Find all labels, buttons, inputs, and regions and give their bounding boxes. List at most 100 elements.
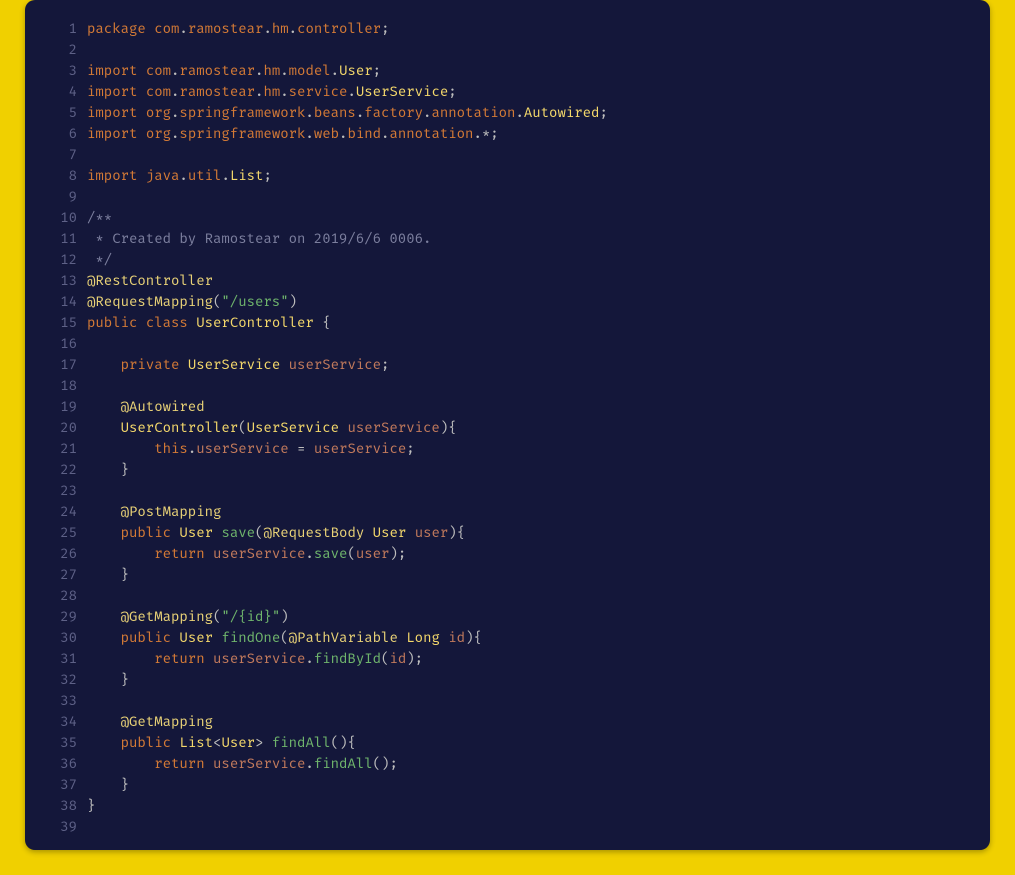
code-token: [87, 671, 121, 688]
code-content[interactable]: return userService.findAll();: [87, 753, 972, 774]
code-content[interactable]: /**: [87, 207, 972, 228]
code-line[interactable]: 26 return userService.save(user);: [43, 543, 972, 564]
code-token: [137, 125, 145, 142]
code-line[interactable]: 12 */: [43, 249, 972, 270]
code-token: return: [154, 545, 204, 562]
code-content[interactable]: return userService.findById(id);: [87, 648, 972, 669]
code-token: }: [87, 797, 95, 814]
code-content[interactable]: @RestController: [87, 270, 972, 291]
code-line[interactable]: 35 public List<User> findAll(){: [43, 732, 972, 753]
code-content[interactable]: return userService.save(user);: [87, 543, 972, 564]
code-line[interactable]: 32 }: [43, 669, 972, 690]
line-number: 25: [43, 522, 87, 543]
code-content[interactable]: }: [87, 774, 972, 795]
code-token: id: [389, 650, 406, 667]
code-line[interactable]: 13@RestController: [43, 270, 972, 291]
code-token: public: [121, 524, 171, 541]
code-line[interactable]: 7: [43, 144, 972, 165]
code-token: .: [221, 167, 229, 184]
code-line[interactable]: 31 return userService.findById(id);: [43, 648, 972, 669]
code-line[interactable]: 15public class UserController {: [43, 312, 972, 333]
code-content[interactable]: public User save(@RequestBody User user)…: [87, 522, 972, 543]
code-token: hm: [263, 83, 280, 100]
code-line[interactable]: 14@RequestMapping("/users"): [43, 291, 972, 312]
code-content[interactable]: @PostMapping: [87, 501, 972, 522]
code-content[interactable]: @RequestMapping("/users"): [87, 291, 972, 312]
line-number: 1: [43, 18, 87, 39]
code-line[interactable]: 37 }: [43, 774, 972, 795]
code-line[interactable]: 19 @Autowired: [43, 396, 972, 417]
code-line[interactable]: 4import com.ramostear.hm.service.UserSer…: [43, 81, 972, 102]
code-line[interactable]: 38}: [43, 795, 972, 816]
code-line[interactable]: 29 @GetMapping("/{id}"): [43, 606, 972, 627]
code-content[interactable]: @GetMapping: [87, 711, 972, 732]
code-line[interactable]: 5import org.springframework.beans.factor…: [43, 102, 972, 123]
line-number: 21: [43, 438, 87, 459]
code-line[interactable]: 21 this.userService = userService;: [43, 438, 972, 459]
code-token: [137, 62, 145, 79]
code-token: import: [87, 83, 137, 100]
code-content[interactable]: * Created by Ramostear on 2019/6/6 0006.: [87, 228, 972, 249]
code-content[interactable]: import com.ramostear.hm.model.User;: [87, 60, 972, 81]
code-line[interactable]: 30 public User findOne(@PathVariable Lon…: [43, 627, 972, 648]
code-content[interactable]: UserController(UserService userService){: [87, 417, 972, 438]
code-token: .: [263, 20, 271, 37]
code-content[interactable]: @GetMapping("/{id}"): [87, 606, 972, 627]
code-line[interactable]: 1package com.ramostear.hm.controller;: [43, 18, 972, 39]
code-line[interactable]: 34 @GetMapping: [43, 711, 972, 732]
code-content[interactable]: }: [87, 669, 972, 690]
code-line[interactable]: 36 return userService.findAll();: [43, 753, 972, 774]
code-content[interactable]: }: [87, 795, 972, 816]
code-content[interactable]: */: [87, 249, 972, 270]
code-token: .: [305, 545, 313, 562]
code-line[interactable]: 6import org.springframework.web.bind.ann…: [43, 123, 972, 144]
code-line[interactable]: 11 * Created by Ramostear on 2019/6/6 00…: [43, 228, 972, 249]
code-line[interactable]: 23: [43, 480, 972, 501]
code-line[interactable]: 2: [43, 39, 972, 60]
code-content[interactable]: }: [87, 564, 972, 585]
code-content[interactable]: import java.util.List;: [87, 165, 972, 186]
code-line[interactable]: 24 @PostMapping: [43, 501, 972, 522]
code-content[interactable]: @Autowired: [87, 396, 972, 417]
line-number: 17: [43, 354, 87, 375]
code-content[interactable]: }: [87, 459, 972, 480]
code-token: (: [280, 629, 288, 646]
code-line[interactable]: 22 }: [43, 459, 972, 480]
code-token: /**: [87, 209, 112, 226]
code-token: ;: [406, 440, 414, 457]
code-area[interactable]: 1package com.ramostear.hm.controller;23i…: [43, 18, 972, 832]
code-line[interactable]: 10/**: [43, 207, 972, 228]
code-token: *: [482, 125, 490, 142]
code-line[interactable]: 25 public User save(@RequestBody User us…: [43, 522, 972, 543]
code-token: ;: [398, 545, 406, 562]
code-token: public: [87, 314, 137, 331]
code-line[interactable]: 33: [43, 690, 972, 711]
code-line[interactable]: 8import java.util.List;: [43, 165, 972, 186]
code-content[interactable]: public class UserController {: [87, 312, 972, 333]
code-token: [87, 713, 121, 730]
code-line[interactable]: 28: [43, 585, 972, 606]
code-line[interactable]: 39: [43, 816, 972, 837]
code-content[interactable]: public List<User> findAll(){: [87, 732, 972, 753]
code-content[interactable]: import org.springframework.beans.factory…: [87, 102, 972, 123]
code-content[interactable]: import org.springframework.web.bind.anno…: [87, 123, 972, 144]
code-content[interactable]: this.userService = userService;: [87, 438, 972, 459]
line-number: 12: [43, 249, 87, 270]
code-line[interactable]: 9: [43, 186, 972, 207]
code-content[interactable]: package com.ramostear.hm.controller;: [87, 18, 972, 39]
code-line[interactable]: 20 UserController(UserService userServic…: [43, 417, 972, 438]
code-token: [87, 629, 121, 646]
code-content[interactable]: import com.ramostear.hm.service.UserServ…: [87, 81, 972, 102]
code-line[interactable]: 17 private UserService userService;: [43, 354, 972, 375]
code-token: User: [339, 62, 373, 79]
code-line[interactable]: 18: [43, 375, 972, 396]
code-token: [87, 503, 121, 520]
code-token: UserService: [247, 419, 339, 436]
code-token: .: [280, 83, 288, 100]
code-line[interactable]: 16: [43, 333, 972, 354]
code-line[interactable]: 27 }: [43, 564, 972, 585]
code-token: [305, 440, 313, 457]
code-content[interactable]: private UserService userService;: [87, 354, 972, 375]
code-content[interactable]: public User findOne(@PathVariable Long i…: [87, 627, 972, 648]
code-line[interactable]: 3import com.ramostear.hm.model.User;: [43, 60, 972, 81]
